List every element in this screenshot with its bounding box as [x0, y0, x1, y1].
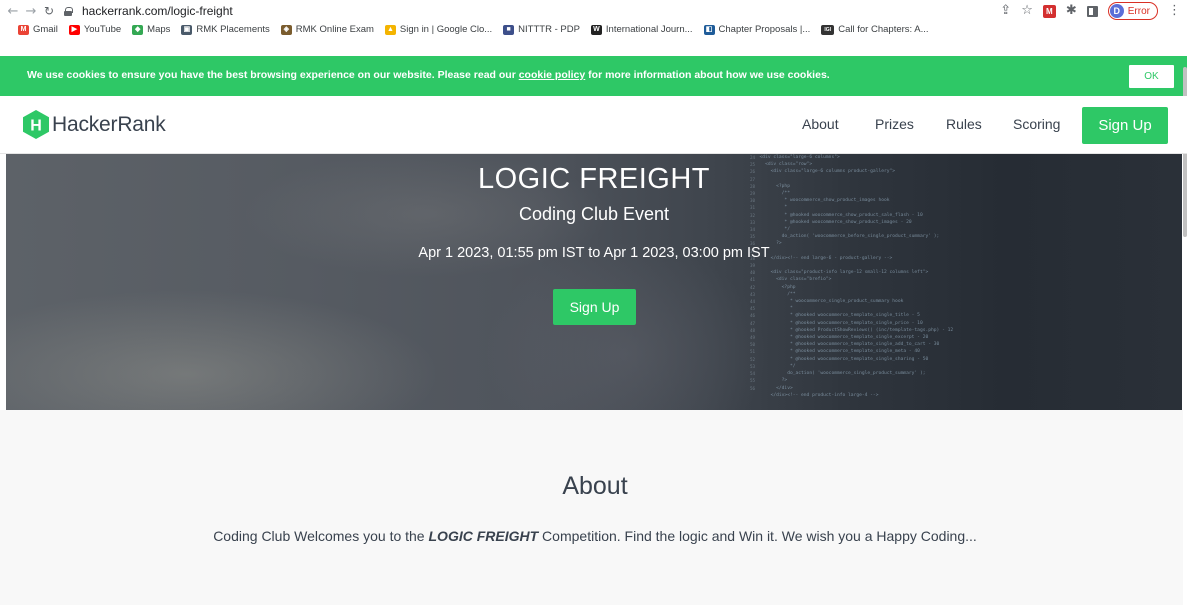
- nitttr-icon: ■: [503, 24, 515, 35]
- bookmarks-bar: M Gmail ▶ YouTube ◆ Maps ▣ RMK Placements ◈ RMK O…: [0, 22, 1187, 37]
- maps-icon: ◆: [132, 24, 144, 35]
- bookmark-label: Gmail: [33, 24, 58, 35]
- google-cloud-icon: ▲: [384, 24, 396, 35]
- about-text-start: Coding Club Welcomes you to the: [213, 528, 429, 544]
- bookmark-label: Maps: [147, 24, 171, 35]
- bookmark-label: NITTTR - PDP: [518, 24, 580, 35]
- profile-button[interactable]: D Error: [1107, 2, 1158, 20]
- share-icon[interactable]: ⇪: [1000, 2, 1011, 20]
- about-heading: About: [562, 472, 628, 500]
- about-description: Coding Club Welcomes you to the LOGIC FR…: [0, 528, 1187, 544]
- menu-kebab-icon[interactable]: ⋮: [1168, 2, 1181, 20]
- hackerrank-hex-icon: H: [23, 110, 49, 139]
- cookie-text-start: We use cookies to ensure you have the be…: [27, 69, 519, 81]
- nav-rules[interactable]: Rules: [946, 116, 982, 132]
- rmk-exam-icon: ◈: [280, 24, 292, 35]
- bookmark-item[interactable]: ■ NITTTR - PDP: [503, 24, 580, 35]
- bookmark-item[interactable]: M Gmail: [18, 24, 58, 35]
- reload-icon[interactable]: ↻: [40, 4, 58, 18]
- about-text-end: Competition. Find the logic and Win it. …: [538, 528, 977, 544]
- event-date-range: Apr 1 2023, 01:55 pm IST to Apr 1 2023, …: [418, 245, 770, 261]
- logo-text: HackerRank: [52, 112, 166, 136]
- back-arrow-icon[interactable]: ←: [4, 4, 22, 19]
- url-text: hackerrank.com/logic-freight: [82, 4, 233, 18]
- lock-icon[interactable]: [64, 6, 73, 16]
- cookie-message: We use cookies to ensure you have the be…: [27, 69, 830, 81]
- about-section: About Coding Club Welcomes you to the LO…: [0, 410, 1183, 605]
- bookmark-label: International Journ...: [605, 24, 693, 35]
- about-text-emphasis: LOGIC FREIGHT: [428, 528, 539, 544]
- avatar: D: [1109, 4, 1124, 18]
- browser-address-bar: ← → ↻ hackerrank.com/logic-freight ⇪ ☆ M…: [0, 0, 1187, 22]
- youtube-icon: ▶: [68, 24, 80, 35]
- chapter-proposals-icon: ◧: [703, 24, 715, 35]
- bookmark-item[interactable]: ▲ Sign in | Google Clo...: [384, 24, 493, 35]
- call-for-chapters-icon: IGI: [821, 24, 835, 35]
- bookmark-item[interactable]: IGI Call for Chapters: A...: [821, 24, 929, 35]
- profile-status: Error: [1127, 5, 1150, 17]
- bookmark-label: Sign in | Google Clo...: [399, 24, 493, 35]
- bookmark-label: Call for Chapters: A...: [838, 24, 929, 35]
- event-title: LOGIC FREIGHT: [477, 163, 711, 195]
- nav-about[interactable]: About: [802, 116, 839, 132]
- bookmark-label: RMK Placements: [196, 24, 270, 35]
- bookmark-item[interactable]: ▣ RMK Placements: [181, 24, 270, 35]
- bookmark-star-icon[interactable]: ☆: [1021, 2, 1033, 20]
- journal-icon: W: [590, 24, 602, 35]
- hero-banner: 24 25 26 27 28 29 30 31 32 33 34 35 36 3…: [6, 154, 1182, 410]
- bookmark-label: Chapter Proposals |...: [718, 24, 811, 35]
- event-subtitle: Coding Club Event: [518, 204, 670, 224]
- cookie-text-end: for more information about how we use co…: [585, 69, 830, 81]
- cookie-banner: We use cookies to ensure you have the be…: [0, 56, 1187, 96]
- bookmark-item[interactable]: ▶ YouTube: [68, 24, 122, 35]
- site-header: H HackerRank About Prizes Rules Scoring …: [0, 96, 1187, 154]
- side-panel-icon[interactable]: [1086, 5, 1098, 17]
- hackerrank-logo[interactable]: H HackerRank: [23, 110, 166, 139]
- extension-icon[interactable]: M: [1042, 4, 1056, 18]
- forward-arrow-icon[interactable]: →: [22, 4, 40, 19]
- bookmark-label: RMK Online Exam: [295, 24, 374, 35]
- bookmark-label: YouTube: [83, 24, 122, 35]
- bookmark-item[interactable]: ◧ Chapter Proposals |...: [703, 24, 811, 35]
- extensions-puzzle-icon[interactable]: ✱: [1066, 2, 1077, 20]
- svg-text:H: H: [30, 118, 42, 135]
- gmail-icon: M: [18, 24, 29, 35]
- bookmark-item[interactable]: ◆ Maps: [132, 24, 170, 35]
- header-sign-up-button[interactable]: Sign Up: [1082, 107, 1168, 144]
- bookmark-item[interactable]: ◈ RMK Online Exam: [280, 24, 374, 35]
- nav-scoring[interactable]: Scoring: [1013, 116, 1060, 132]
- nav-prizes[interactable]: Prizes: [875, 116, 914, 132]
- url-field[interactable]: hackerrank.com/logic-freight: [64, 2, 1004, 20]
- cookie-policy-link[interactable]: cookie policy: [519, 69, 586, 81]
- hero-sign-up-button[interactable]: Sign Up: [553, 289, 636, 325]
- bookmark-item[interactable]: W International Journ...: [590, 24, 693, 35]
- rmk-placements-icon: ▣: [181, 24, 193, 35]
- cookie-ok-button[interactable]: OK: [1129, 65, 1174, 88]
